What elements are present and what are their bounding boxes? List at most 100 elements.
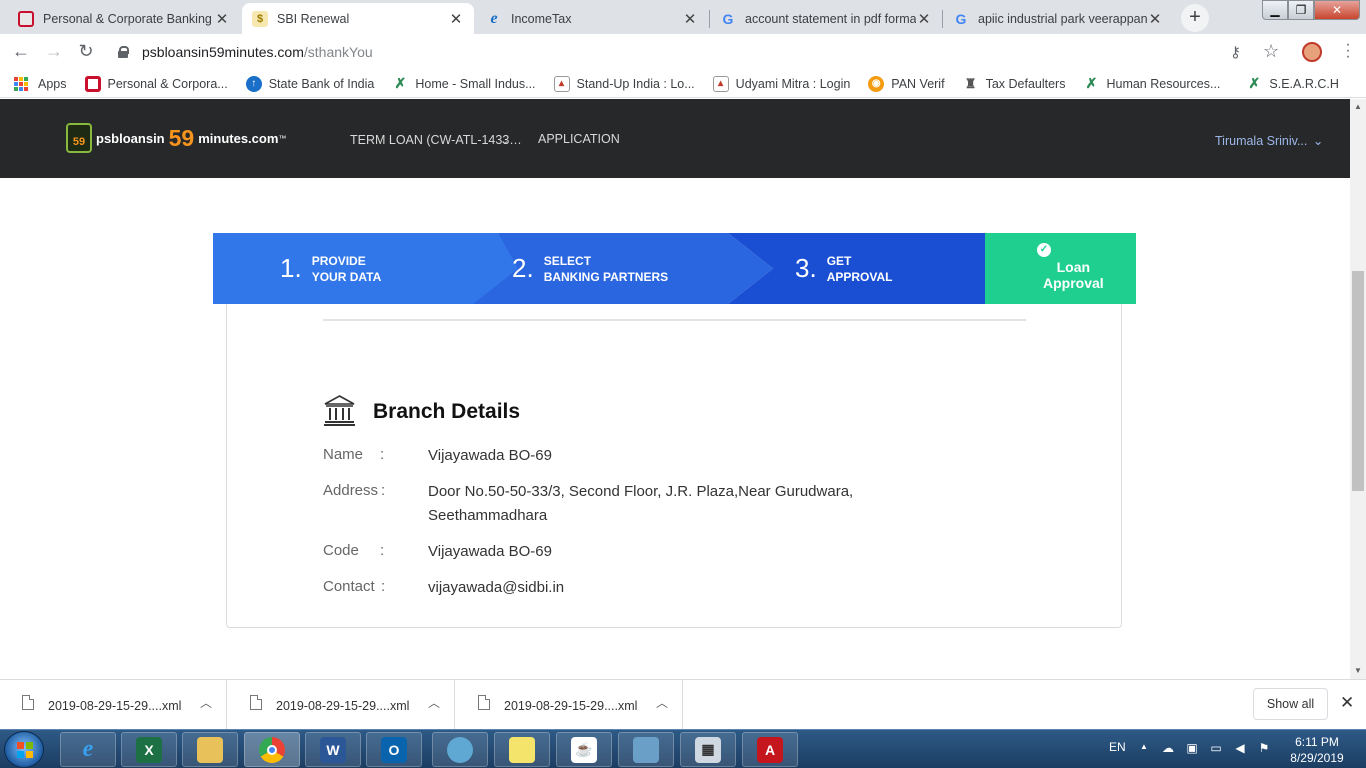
calculator-icon[interactable]: ▦	[680, 732, 736, 767]
step-provide-data: 1. PROVIDE YOUR DATA	[280, 253, 382, 284]
lock-icon	[118, 46, 129, 58]
minimize-icon[interactable]: ▁	[1262, 0, 1288, 20]
download-bar: 2019-08-29-15-29....xml ︿ 2019-08-29-15-…	[0, 679, 1366, 730]
step-loan-approval: ✓ Loan Approval	[985, 233, 1136, 304]
language-indicator[interactable]: EN	[1109, 740, 1126, 754]
detail-row-address: Address : Door No.50-50-33/3, Second Flo…	[323, 482, 854, 524]
bookmark-item[interactable]: ▴ Udyami Mitra : Login	[712, 75, 850, 92]
file-explorer-icon[interactable]	[182, 732, 238, 767]
close-tab-icon[interactable]: ✕	[214, 10, 230, 28]
download-item[interactable]: 2019-08-29-15-29....xml ︿	[228, 680, 455, 730]
site-header: 59 psbloansin 59 minutes.com ™ TERM LOAN…	[0, 99, 1350, 178]
chevron-up-icon[interactable]: ︿	[200, 694, 212, 711]
bookmark-item[interactable]: ◉ PAN Verif	[868, 75, 945, 92]
internet-explorer-icon[interactable]: e	[60, 732, 116, 767]
bookmark-apps[interactable]: Apps	[14, 76, 67, 91]
flag-icon[interactable]: ⚑	[1256, 741, 1272, 755]
bookmark-item[interactable]: ▴ Stand-Up India : Lo...	[553, 75, 695, 92]
close-tab-icon[interactable]: ✕	[1147, 10, 1163, 28]
standup-icon: ▴	[553, 75, 570, 92]
chevron-down-icon[interactable]: ⌄	[500, 134, 509, 147]
detail-row-contact: Contact : vijayawada@sidbi.in	[323, 578, 565, 596]
profile-avatar[interactable]	[1302, 42, 1322, 62]
bookmark-item[interactable]: ↑ State Bank of India	[245, 75, 374, 92]
sidbi-icon: ✗	[1248, 75, 1261, 91]
page-scrollbar[interactable]: ▲ ▼	[1350, 99, 1366, 679]
logo-badge-icon: 59	[66, 123, 92, 153]
show-hidden-icons-icon[interactable]: ▲	[1140, 742, 1148, 751]
bookmark-item[interactable]: Personal & Corpora...	[84, 75, 228, 92]
close-icon[interactable]: ✕	[1340, 693, 1354, 713]
sbi-icon	[84, 75, 101, 92]
onedrive-icon[interactable]: ☁	[1160, 741, 1176, 755]
show-all-button[interactable]: Show all	[1253, 688, 1328, 720]
sidbi-icon: ✗	[394, 75, 407, 91]
back-arrow-icon[interactable]: ←	[9, 40, 33, 64]
application-menu[interactable]: APPLICATION	[538, 132, 620, 146]
sbi-blue-icon: ↑	[245, 75, 262, 92]
chevron-up-icon[interactable]: ︿	[656, 694, 668, 711]
clock[interactable]: 6:11 PM 8/29/2019	[1280, 734, 1354, 766]
window-close-icon[interactable]: ✕	[1314, 0, 1360, 20]
volume-icon[interactable]: ◀	[1232, 741, 1248, 755]
google-favicon-icon: G	[955, 10, 967, 27]
apps-grid-icon	[14, 76, 28, 91]
bookmarks-bar: Apps Personal & Corpora... ↑ State Bank …	[0, 70, 1366, 98]
network-icon[interactable]	[432, 732, 488, 767]
close-tab-icon[interactable]: ✕	[682, 10, 698, 28]
display-icon[interactable]: ▭	[1208, 741, 1224, 755]
detail-row-code: Code : Vijayawada BO-69	[323, 542, 552, 560]
forward-arrow-icon[interactable]: →	[42, 40, 66, 64]
sticky-notes-icon[interactable]	[494, 732, 550, 767]
key-icon[interactable]: ⚷	[1230, 43, 1241, 61]
close-tab-icon[interactable]: ✕	[448, 10, 464, 28]
start-button[interactable]	[4, 731, 44, 768]
windows-taskbar: e X W O ☕ ▦ A EN ▲ ☁ ▣ ▭ ◀ ⚑ 6:11 PM 8/2…	[0, 729, 1366, 768]
browser-tab[interactable]: G apiic industrial park veerappane ✕	[943, 3, 1173, 34]
google-favicon-icon: G	[722, 10, 734, 27]
word-icon[interactable]: W	[305, 732, 361, 767]
renewal-favicon-icon: $	[252, 10, 268, 27]
maximize-icon[interactable]: ❐	[1288, 0, 1314, 20]
new-tab-button[interactable]: +	[1181, 4, 1209, 32]
browser-tab[interactable]: Personal & Corporate Banking | ✕	[8, 3, 240, 34]
browser-tab[interactable]: G account statement in pdf forma ✕	[710, 3, 942, 34]
bookmark-item[interactable]: ✗ S.E.A.R.C.H	[1246, 75, 1339, 92]
file-icon	[478, 695, 490, 710]
browser-menu-icon[interactable]: · · ·	[1340, 37, 1356, 65]
windows-logo-icon	[17, 742, 33, 758]
scrollbar-thumb[interactable]	[1352, 271, 1364, 491]
browser-tab-strip: Personal & Corporate Banking | ✕ $ SBI R…	[0, 0, 1366, 34]
user-menu[interactable]: Tirumala Sriniv... ⌄	[1215, 133, 1323, 148]
reload-icon[interactable]: ↻	[74, 40, 98, 64]
download-item[interactable]: 2019-08-29-15-29....xml ︿	[456, 680, 683, 730]
browser-tab-active[interactable]: $ SBI Renewal ✕	[242, 3, 474, 34]
scroll-up-arrow-icon[interactable]: ▲	[1350, 99, 1366, 115]
java-icon[interactable]: ☕	[556, 732, 612, 767]
photo-viewer-icon[interactable]	[618, 732, 674, 767]
excel-icon[interactable]: X	[121, 732, 177, 767]
acrobat-icon[interactable]: A	[742, 732, 798, 767]
pan-icon: ◉	[868, 75, 885, 92]
bookmark-item[interactable]: ✗ Human Resources...	[1083, 75, 1221, 92]
chevron-down-icon: ⌄	[1312, 134, 1324, 148]
chevron-up-icon[interactable]: ︿	[428, 694, 440, 711]
bookmark-item[interactable]: ♜ Tax Defaulters	[963, 76, 1066, 92]
detail-row-name: Name : Vijayawada BO-69	[323, 446, 552, 464]
address-bar[interactable]: psbloansin59minutes.com/sthankYou	[108, 38, 1298, 66]
close-tab-icon[interactable]: ✕	[916, 10, 932, 28]
bookmark-star-icon[interactable]: ☆	[1263, 41, 1279, 62]
step-get-approval: 3. GET APPROVAL	[795, 253, 893, 284]
udyami-icon: ▴	[712, 75, 729, 92]
check-circle-icon: ✓	[1037, 243, 1051, 257]
bookmark-item[interactable]: ✗ Home - Small Indus...	[392, 75, 535, 92]
browser-tab[interactable]: e IncomeTax ✕	[476, 3, 708, 34]
download-item[interactable]: 2019-08-29-15-29....xml ︿	[0, 680, 227, 730]
site-logo[interactable]: 59 psbloansin 59 minutes.com ™	[66, 123, 286, 153]
chrome-icon[interactable]	[244, 732, 300, 767]
bank-building-icon	[324, 395, 355, 426]
device-icon[interactable]: ▣	[1184, 741, 1200, 755]
outlook-icon[interactable]: O	[366, 732, 422, 767]
file-icon	[250, 695, 262, 710]
scroll-down-arrow-icon[interactable]: ▼	[1350, 663, 1366, 679]
